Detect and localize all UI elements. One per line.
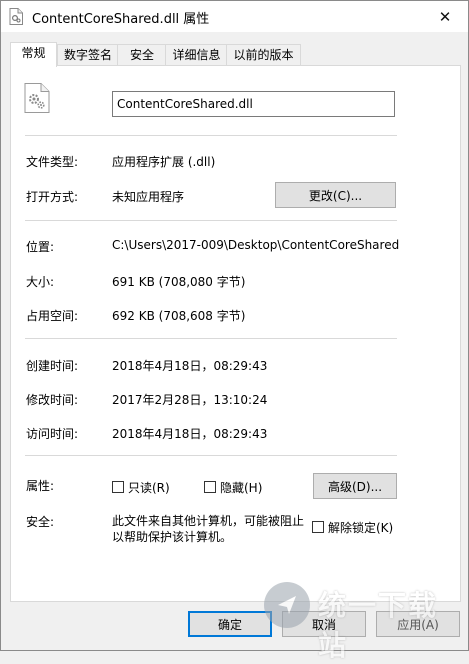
watermark-text: 统一下载站: [318, 589, 439, 662]
close-button[interactable]: ✕: [422, 1, 468, 32]
settings-file-icon: [24, 83, 50, 113]
size-value: 691 KB (708,080 字节): [112, 275, 246, 289]
advanced-button[interactable]: 高级(D)...: [313, 473, 397, 499]
unblock-checkbox-label[interactable]: 解除锁定(K): [328, 519, 393, 536]
created-value: 2018年4月18日，08:29:43: [112, 359, 268, 373]
unblock-checkbox[interactable]: [312, 521, 324, 533]
readonly-checkbox-label[interactable]: 只读(R): [128, 479, 170, 496]
watermark-icon: [264, 582, 310, 628]
tab-general[interactable]: 常规: [10, 42, 57, 67]
opens-with-label: 打开方式:: [26, 190, 79, 204]
opens-with-value: 未知应用程序: [112, 190, 185, 204]
size-on-disk-label: 占用空间:: [26, 309, 79, 323]
divider: [25, 338, 397, 339]
filename-input[interactable]: ContentCoreShared.dll: [112, 91, 395, 117]
size-on-disk-value: 692 KB (708,608 字节): [112, 309, 246, 323]
location-value: C:\Users\2017-009\Desktop\ContentCoreSha…: [112, 238, 400, 252]
tab-security[interactable]: 安全: [117, 44, 167, 66]
divider: [25, 220, 397, 221]
title-bar[interactable]: ContentCoreShared.dll 属性 ✕: [1, 1, 468, 32]
divider: [25, 455, 397, 456]
tab-details[interactable]: 详细信息: [165, 44, 228, 66]
security-warning-text: 此文件来自其他计算机，可能被阻止以帮助保护该计算机。: [112, 514, 305, 544]
attributes-label: 属性:: [26, 479, 55, 493]
size-label: 大小:: [26, 275, 55, 289]
accessed-value: 2018年4月18日，08:29:43: [112, 427, 268, 441]
tab-digital-signatures[interactable]: 数字签名: [57, 44, 119, 66]
watermark-logo: 统一下载站: [264, 580, 454, 662]
security-label: 安全:: [26, 515, 55, 529]
tab-previous-versions[interactable]: 以前的版本: [226, 44, 301, 66]
created-label: 创建时间:: [26, 359, 79, 373]
divider: [25, 135, 397, 136]
file-type-value: 应用程序扩展 (.dll): [112, 155, 216, 169]
change-button[interactable]: 更改(C)...: [275, 182, 396, 208]
location-label: 位置:: [26, 240, 55, 254]
modified-value: 2017年2月28日，13:10:24: [112, 393, 268, 407]
dll-file-icon: [9, 8, 23, 25]
properties-window: ContentCoreShared.dll 属性 ✕ 常规 数字签名 安全 详细…: [0, 0, 469, 662]
hidden-checkbox-label[interactable]: 隐藏(H): [220, 479, 262, 496]
hidden-checkbox[interactable]: [204, 481, 216, 493]
modified-label: 修改时间:: [26, 393, 79, 407]
readonly-checkbox[interactable]: [112, 481, 124, 493]
general-panel: ContentCoreShared.dll 文件类型: 应用程序扩展 (.dll…: [10, 65, 461, 602]
accessed-label: 访问时间:: [26, 427, 79, 441]
ok-button[interactable]: 确定: [188, 611, 272, 637]
file-type-label: 文件类型:: [26, 155, 79, 169]
close-icon: ✕: [438, 7, 452, 26]
window-title: ContentCoreShared.dll 属性: [32, 12, 210, 27]
